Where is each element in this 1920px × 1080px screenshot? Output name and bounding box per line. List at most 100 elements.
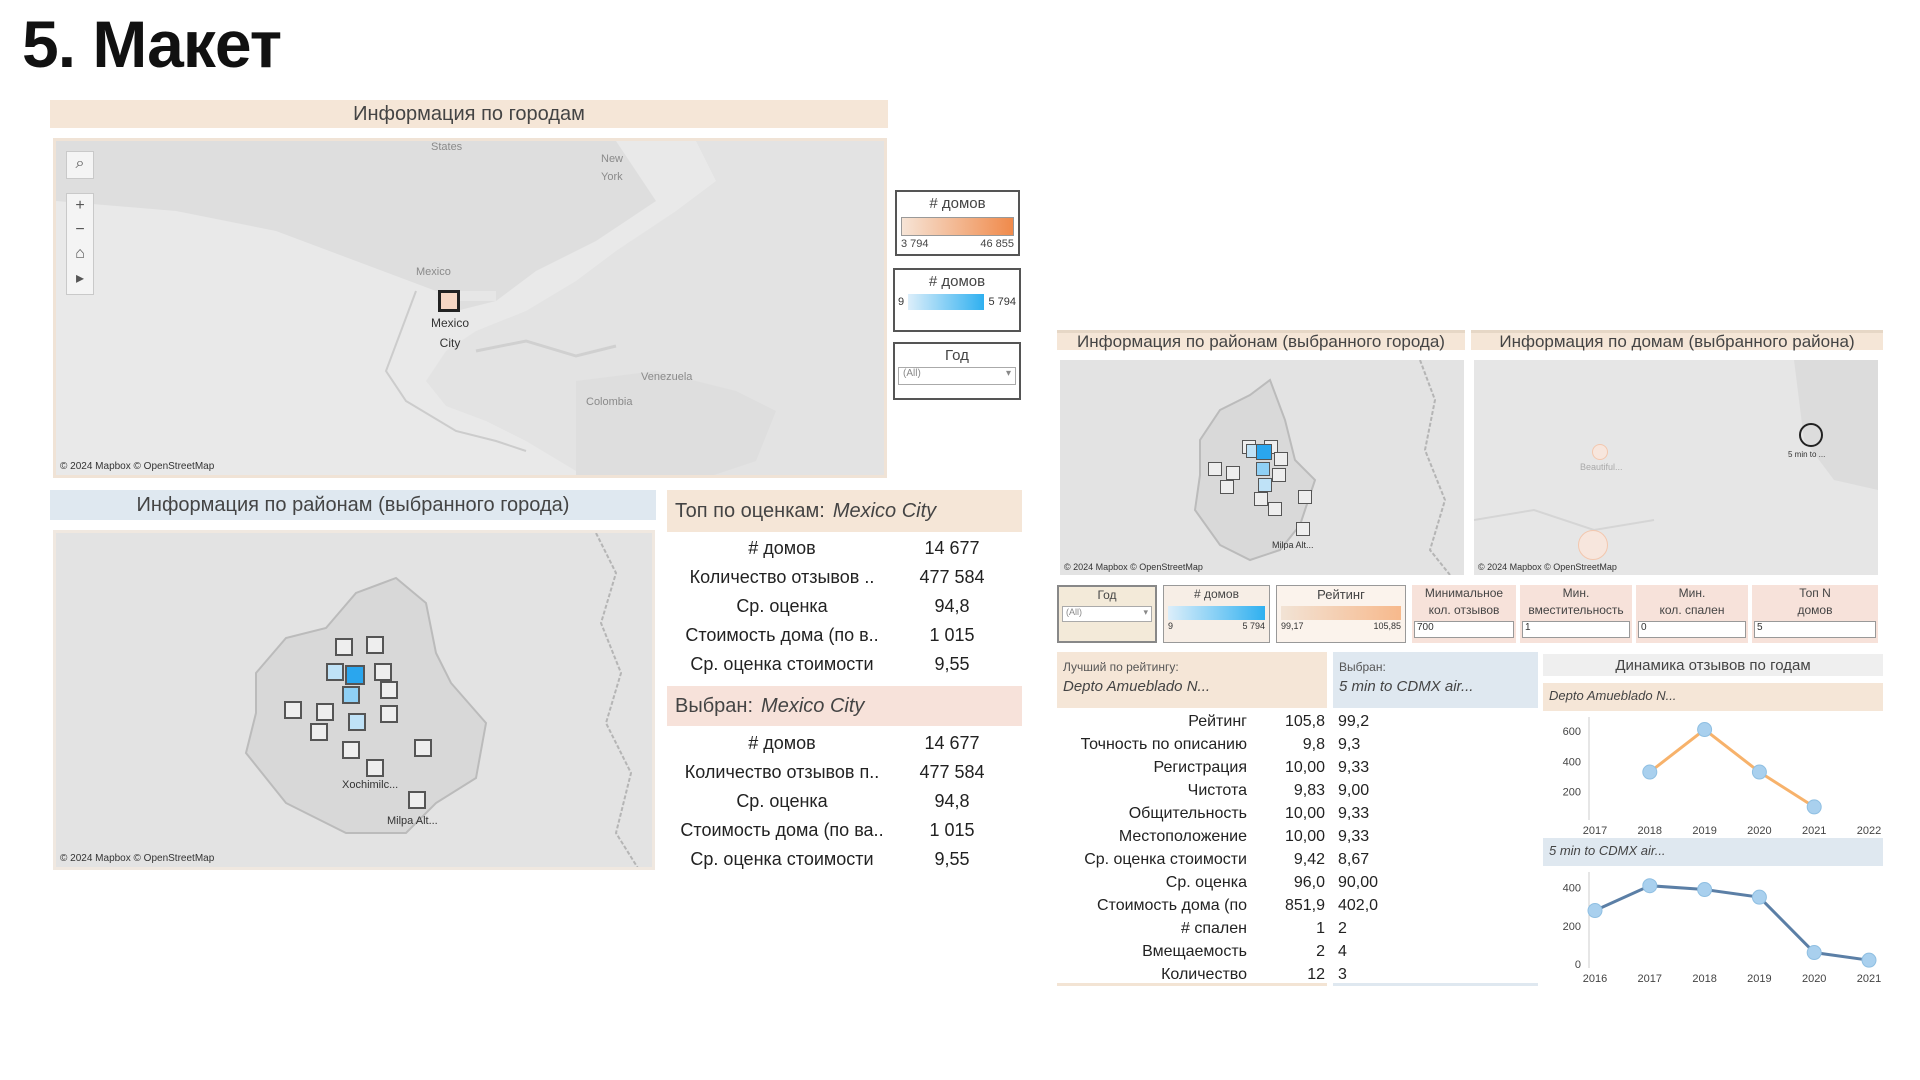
legend-range: 99,17 105,85 [1281,621,1401,631]
district-marker-selected[interactable] [345,665,365,685]
compare-metric: Местоположение [1118,828,1247,845]
district-marker[interactable] [366,636,384,654]
kv-value: 14 677 [924,733,980,753]
map-label-xochimilco: Xochimilc... [342,779,399,791]
kv-value: 9,55 [934,654,970,674]
district-marker[interactable] [1298,490,1312,504]
kv-row: Стоимость дома (по ва.. 1 015 [667,820,1022,841]
kv-key: Стоимость дома (по ва.. [680,820,884,840]
district-marker[interactable] [1208,462,1222,476]
y-tick-label: 400 [1563,756,1581,768]
compare-metric: Ср. оценка стоимости [1084,851,1247,868]
data-point [1751,764,1767,780]
district-marker[interactable] [1272,468,1286,482]
district-marker[interactable] [1296,522,1310,536]
map-search-button[interactable]: ⌕ [66,151,94,179]
district-marker[interactable] [1226,466,1240,480]
chart2-svg: 0 200 400 2016 2017 2018 2019 2020 2021 [1563,872,1881,985]
min-capacity-filter[interactable]: Мин. вместительность 1 [1520,585,1632,643]
district-marker[interactable] [1256,462,1270,476]
zoom-out-icon[interactable]: − [67,218,93,242]
top-n-filter[interactable]: Топ N домов 5 [1752,585,1878,643]
district-marker[interactable] [408,791,426,809]
city-marker-mexico-city[interactable] [438,290,460,312]
map-label-york: York [601,171,623,183]
compare-selected-value: 9,3 [1338,736,1361,753]
district-marker[interactable] [1220,480,1234,494]
district-marker[interactable] [1258,478,1272,492]
kv-key: Количество отзывов п.. [684,762,880,782]
compare-metric: Регистрация [1153,759,1247,776]
legend-gradient [1168,606,1265,620]
district-marker[interactable] [326,663,344,681]
district-marker[interactable] [1268,502,1282,516]
top-by-rating-header: Топ по оценкам: Mexico City [667,490,1022,532]
top-n-input[interactable]: 5 [1754,621,1876,638]
district-marker[interactable] [342,686,360,704]
district-marker[interactable] [342,741,360,759]
house-marker[interactable] [1578,530,1608,560]
compare-best-value: 9,42 [1293,851,1325,868]
data-point [1587,903,1603,919]
data-point [1642,878,1658,894]
min-reviews-input[interactable]: 700 [1414,621,1514,638]
chart1-series-label: Depto Amueblado N... [1543,683,1883,711]
year-filter-title: Год [945,347,969,364]
min-bedrooms-input[interactable]: 0 [1638,621,1746,638]
kv-value: 9,55 [934,849,970,869]
compare-selected-value: 9,33 [1338,828,1370,845]
year-filter-title: Год [1097,588,1117,602]
min-reviews-filter[interactable]: Минимальное кол. отзывов 700 [1412,585,1516,643]
district-marker[interactable] [380,681,398,699]
series-line [1594,884,1870,962]
play-icon[interactable]: ▸ [67,266,93,290]
min-capacity-input[interactable]: 1 [1522,621,1630,638]
city-map-land [56,141,776,475]
map-zoom-controls: + − ⌂ ▸ [66,193,94,295]
year-dropdown[interactable]: (All) ▾ [898,367,1016,385]
compare-selected-value: 4 [1338,943,1347,960]
year-filter[interactable]: Год (All) ▾ [893,342,1021,400]
x-tick-label: 2021 [1857,973,1881,985]
district-marker[interactable] [366,759,384,777]
chevron-down-icon: ▾ [1005,368,1011,379]
kv-row: Стоимость дома (по в.. 1 015 [667,625,1022,646]
kv-key: Количество отзывов .. [689,567,875,587]
house-marker[interactable] [1592,444,1608,460]
district-map-right[interactable]: Milpa Alt... © 2024 Mapbox © OpenStreetM… [1060,360,1464,575]
district-marker[interactable] [348,713,366,731]
district-marker[interactable] [380,705,398,723]
compare-selected-value: 90,00 [1338,874,1379,891]
home-icon[interactable]: ⌂ [67,242,93,266]
district-marker-selected[interactable] [1256,444,1272,460]
district-map-left[interactable]: Xochimilc... Milpa Alt... © 2024 Mapbox … [53,530,655,870]
houses-color-legend: # домов 3 794 46 855 [895,190,1020,256]
zoom-in-icon[interactable]: + [67,194,93,218]
compare-selected-value: 2 [1338,920,1347,937]
district-marker[interactable] [284,701,302,719]
house-map[interactable]: Beautiful... 5 min to ... © 2024 Mapbox … [1474,360,1878,575]
min-bedrooms-filter[interactable]: Мин. кол. спален 0 [1636,585,1748,643]
x-tick-label: 2018 [1638,825,1662,837]
year-dropdown[interactable]: (All) ▾ [1062,606,1152,622]
compare-metric: Точность по описанию [1080,736,1247,753]
kv-key: Ср. оценка [736,596,828,616]
kv-value: 1 015 [929,820,975,840]
kv-key: # домов [748,538,816,558]
district-marker[interactable] [335,638,353,656]
compare-metric: Количество [1161,966,1247,983]
district-marker[interactable] [1254,492,1268,506]
district-marker[interactable] [414,739,432,757]
map-label-milpa-alta: Milpa Alt... [387,815,438,827]
x-tick-label: 2016 [1583,973,1607,985]
district-marker[interactable] [374,663,392,681]
right-year-filter[interactable]: Год (All) ▾ [1057,585,1157,643]
district-marker[interactable] [310,723,328,741]
city-map[interactable]: ⌕ + − ⌂ ▸ States New York Mexico Mexico … [53,138,887,478]
kv-row: Ср. оценка стоимости 9,55 [667,654,1022,675]
legend-range: 3 794 46 855 [901,238,1014,250]
house-marker-selected[interactable] [1799,423,1823,447]
district-marker[interactable] [1274,452,1288,466]
district-marker[interactable] [316,703,334,721]
map-label-mexico-city: Mexico City [430,316,469,350]
